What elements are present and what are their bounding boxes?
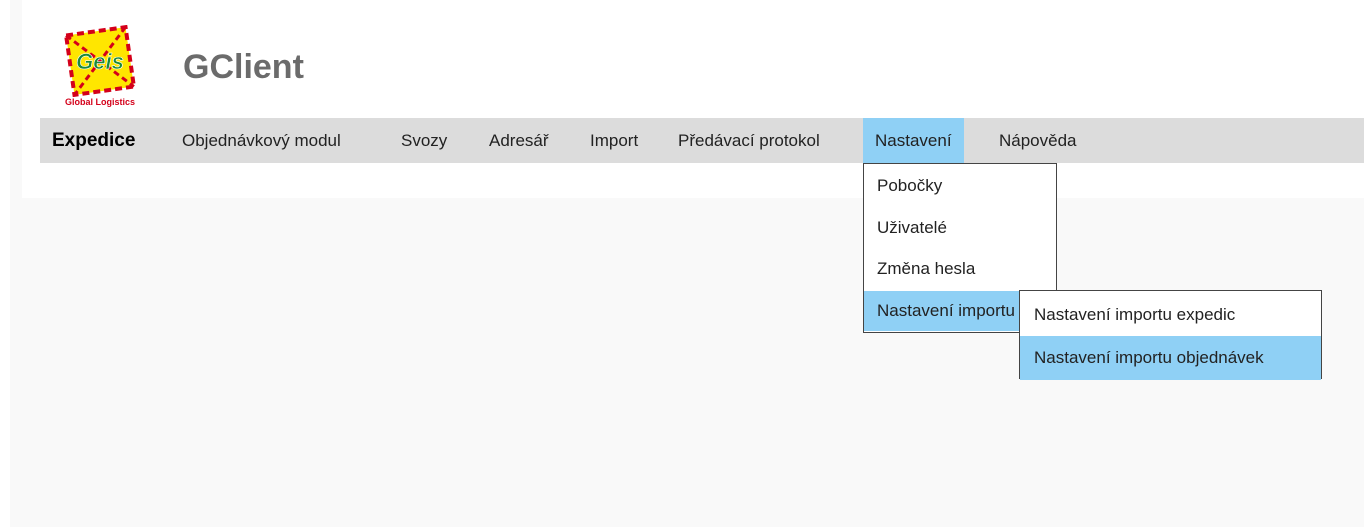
menu-item-napoveda[interactable]: Nápověda <box>999 118 1077 163</box>
header-panel <box>22 0 1364 198</box>
geis-logo: Geis Global Logistics <box>52 24 148 111</box>
menu-item-objednavkovy-modul[interactable]: Objednávkový modul <box>182 118 341 163</box>
dropdown-item-zmena-hesla[interactable]: Změna hesla <box>864 249 1056 289</box>
menu-item-adresar[interactable]: Adresář <box>489 118 549 163</box>
nastaveni-importu-submenu: Nastavení importu expedic Nastavení impo… <box>1019 290 1322 380</box>
menu-item-nastaveni[interactable]: Nastavení <box>863 118 964 163</box>
menu-brand-expedice[interactable]: Expedice <box>52 118 135 163</box>
submenu-item-import-expedic[interactable]: Nastavení importu expedic <box>1020 293 1321 337</box>
logo-wordmark: Geis <box>76 49 124 74</box>
submenu-item-import-objednavek[interactable]: Nastavení importu objednávek <box>1020 336 1321 380</box>
menu-item-predavaci-protokol[interactable]: Předávací protokol <box>678 118 820 163</box>
app-title: GClient <box>183 48 304 86</box>
logo-icon: Geis <box>63 24 137 98</box>
menu-item-svozy[interactable]: Svozy <box>401 118 447 163</box>
dropdown-item-pobocky[interactable]: Pobočky <box>864 166 1056 206</box>
logo-caption: Global Logistics <box>64 97 135 107</box>
dropdown-item-uzivatele[interactable]: Uživatelé <box>864 208 1056 248</box>
menu-item-import[interactable]: Import <box>590 118 638 163</box>
